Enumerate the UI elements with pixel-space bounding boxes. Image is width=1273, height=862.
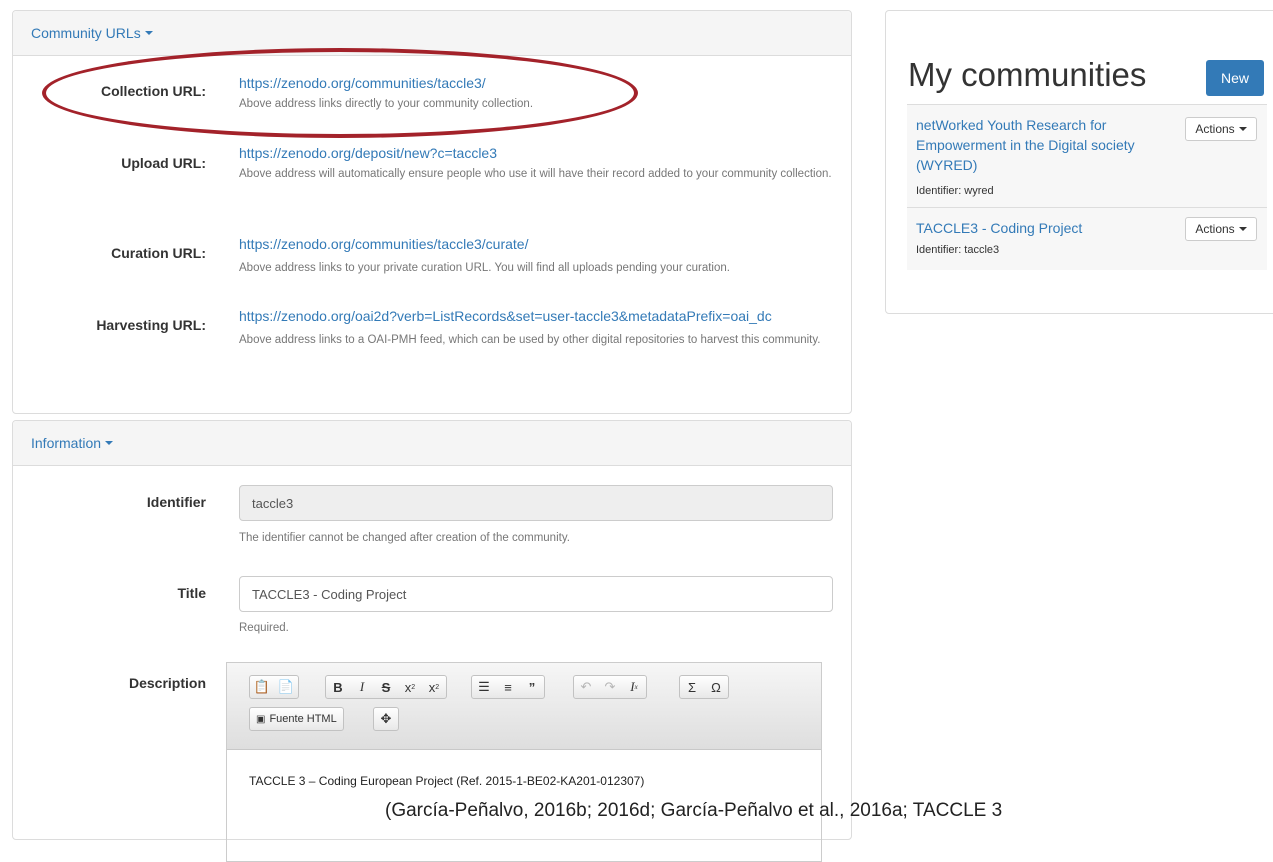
caret-down-icon	[144, 31, 153, 35]
paste-text-icon[interactable]: 📋	[250, 676, 274, 698]
actions-label: Actions	[1195, 122, 1235, 136]
list-group: ☰ ≡ ”	[471, 675, 545, 699]
bulleted-list-icon[interactable]: ≡	[496, 676, 520, 698]
community-name-link[interactable]: netWorked Youth Research for Empowerment…	[916, 115, 1166, 175]
community-urls-panel: Community URLs Collection URL: https://z…	[12, 10, 852, 414]
identifier-help: The identifier cannot be changed after c…	[239, 532, 570, 544]
strikethrough-icon[interactable]: S	[374, 676, 398, 698]
collection-url-link[interactable]: https://zenodo.org/communities/taccle3/	[239, 75, 486, 91]
information-toggle[interactable]: Information	[13, 421, 851, 466]
curation-url-link[interactable]: https://zenodo.org/communities/taccle3/c…	[239, 236, 528, 252]
community-urls-header: Community URLs	[31, 25, 141, 41]
caret-down-icon	[1238, 127, 1247, 131]
community-actions-button[interactable]: Actions	[1185, 217, 1257, 241]
harvesting-url-label: Harvesting URL:	[96, 317, 206, 333]
identifier-label: Identifier	[146, 494, 206, 510]
title-input[interactable]: TACCLE3 - Coding Project	[239, 576, 833, 612]
insert-group: Σ Ω	[679, 675, 729, 699]
upload-url-label: Upload URL:	[121, 155, 206, 171]
harvesting-url-help: Above address links to a OAI-PMH feed, w…	[239, 334, 821, 346]
superscript-icon[interactable]: x2	[422, 676, 446, 698]
source-html-label: Fuente HTML	[269, 713, 337, 725]
new-community-button[interactable]: New	[1206, 60, 1264, 96]
paste-word-icon[interactable]: 📄	[274, 676, 298, 698]
maximize-group: ✥	[373, 707, 399, 731]
caret-down-icon	[105, 441, 114, 445]
community-actions-button[interactable]: Actions	[1185, 117, 1257, 141]
community-identifier: Identifier: wyred	[916, 185, 994, 197]
information-header: Information	[31, 435, 102, 451]
figure-caption: (García-Peñalvo, 2016b; 2016d; García-Pe…	[385, 800, 1003, 821]
remove-format-icon[interactable]: Ix	[622, 676, 646, 698]
source-html-icon: ▣	[256, 713, 266, 725]
italic-icon[interactable]: I	[350, 676, 374, 698]
identifier-input: taccle3	[239, 485, 833, 521]
title-label: Title	[177, 585, 206, 601]
identifier-value: taccle3	[252, 495, 294, 511]
community-item: TACCLE3 - Coding Project Identifier: tac…	[907, 208, 1267, 270]
community-item: netWorked Youth Research for Empowerment…	[907, 104, 1267, 208]
source-group: ▣ Fuente HTML	[249, 707, 344, 731]
redo-icon[interactable]: ↷	[598, 676, 622, 698]
title-value: TACCLE3 - Coding Project	[252, 586, 407, 602]
collection-url-label: Collection URL:	[101, 83, 206, 99]
undo-icon[interactable]: ↶	[574, 676, 598, 698]
description-label: Description	[128, 675, 206, 691]
curation-url-help: Above address links to your private cura…	[239, 262, 730, 274]
format-group: B I S x2 x2	[325, 675, 447, 699]
clipboard-group: 📋 📄	[249, 675, 299, 699]
blockquote-icon[interactable]: ”	[520, 676, 544, 698]
caret-down-icon	[1238, 227, 1247, 231]
community-urls-toggle[interactable]: Community URLs	[13, 11, 851, 56]
title-help: Required.	[239, 622, 289, 634]
curation-url-label: Curation URL:	[111, 245, 206, 261]
upload-url-help: Above address will automatically ensure …	[239, 168, 832, 180]
my-communities-title: My communities	[908, 56, 1147, 93]
community-identifier: Identifier: taccle3	[916, 244, 1000, 256]
editor-toolbar: 📋 📄 B I S x2 x2 ☰ ≡ ” ↶ ↷ Ix Σ Ω ▣ Fuent…	[227, 663, 821, 750]
community-name-link[interactable]: TACCLE3 - Coding Project	[916, 218, 1166, 238]
history-group: ↶ ↷ Ix	[573, 675, 647, 699]
bold-icon[interactable]: B	[326, 676, 350, 698]
special-char-omega-icon[interactable]: Ω	[704, 676, 728, 698]
description-editor: 📋 📄 B I S x2 x2 ☰ ≡ ” ↶ ↷ Ix Σ Ω ▣ Fuent…	[226, 662, 822, 862]
math-sigma-icon[interactable]: Σ	[680, 676, 704, 698]
source-html-button[interactable]: ▣ Fuente HTML	[250, 708, 343, 730]
subscript-icon[interactable]: x2	[398, 676, 422, 698]
collection-url-help: Above address links directly to your com…	[239, 98, 534, 110]
numbered-list-icon[interactable]: ☰	[472, 676, 496, 698]
upload-url-link[interactable]: https://zenodo.org/deposit/new?c=taccle3	[239, 145, 497, 161]
harvesting-url-link[interactable]: https://zenodo.org/oai2d?verb=ListRecord…	[239, 308, 772, 324]
maximize-icon[interactable]: ✥	[374, 708, 398, 730]
actions-label: Actions	[1195, 222, 1235, 236]
